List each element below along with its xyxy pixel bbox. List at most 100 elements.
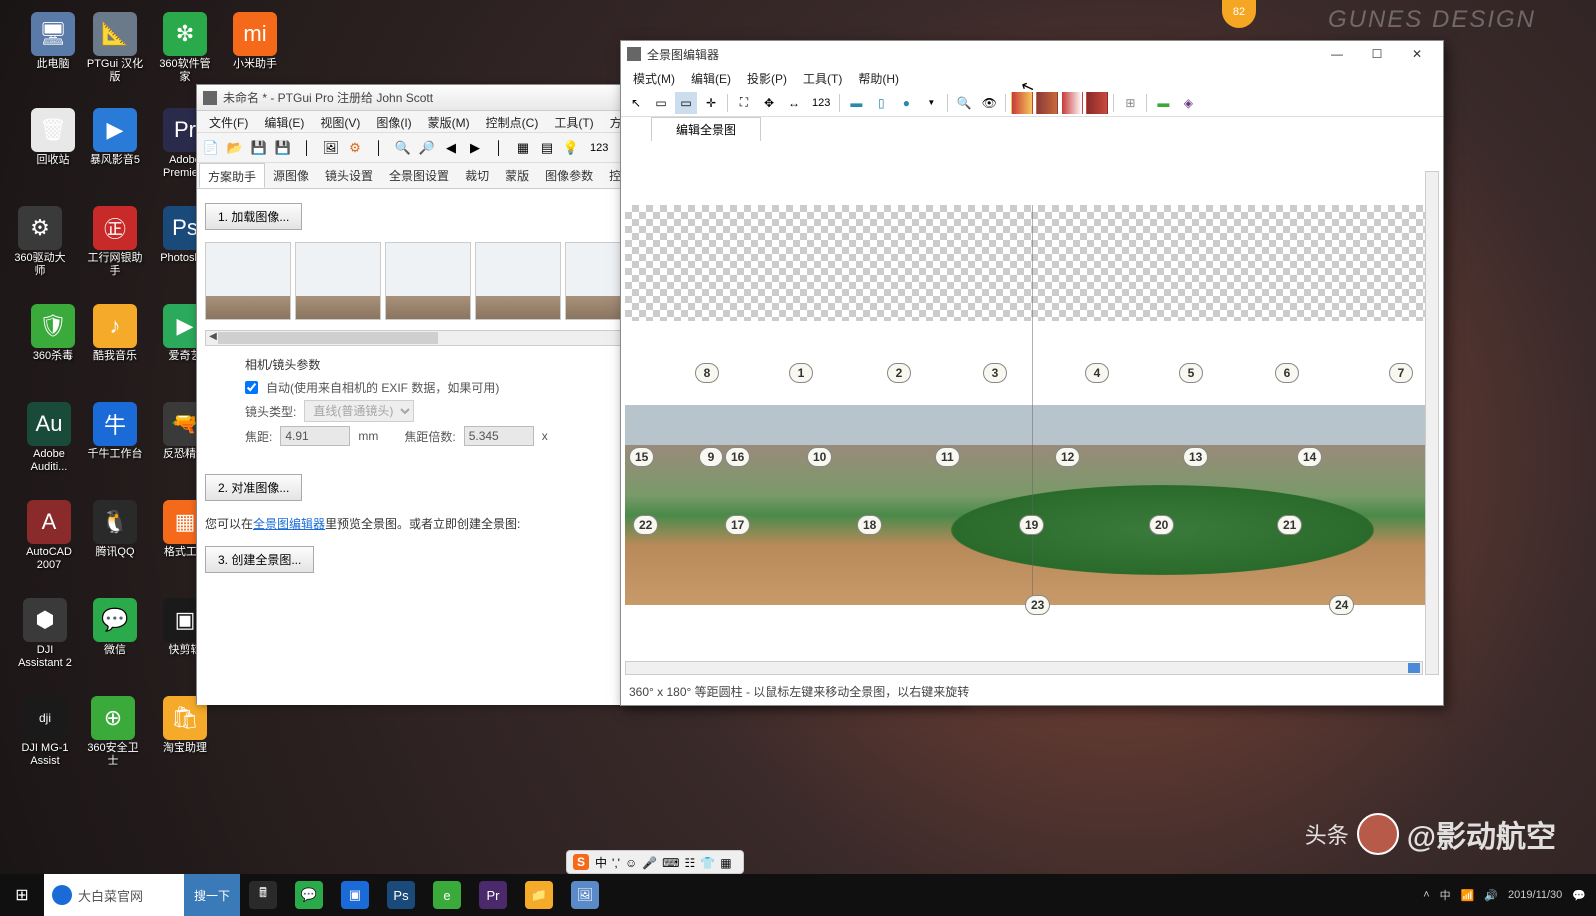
image-number-tag[interactable]: 4 <box>1085 363 1109 383</box>
zoom-in-icon[interactable]: 🔍 <box>393 138 413 158</box>
desktop-icon[interactable]: 🛡360杀毒 <box>22 304 84 363</box>
image-number-tag[interactable]: 7 <box>1389 363 1413 383</box>
multiplier-input[interactable] <box>464 426 534 446</box>
blend1-icon[interactable] <box>1011 92 1033 114</box>
tray-ime-icon[interactable]: 中 <box>1440 887 1451 903</box>
menu-item[interactable]: 工具(T) <box>795 67 850 89</box>
image-number-tag[interactable]: 20 <box>1149 515 1174 535</box>
pano-titlebar[interactable]: 全景图编辑器 — ☐ ✕ <box>621 41 1443 67</box>
image-number-tag[interactable]: 3 <box>983 363 1007 383</box>
pointer-icon[interactable]: ↖ <box>625 92 647 114</box>
tab[interactable]: 蒙版 <box>497 163 537 188</box>
menu-item[interactable]: 帮助(H) <box>850 67 907 89</box>
preview-icon[interactable]: 👁 <box>978 92 1000 114</box>
cylinder-icon[interactable]: ▯ <box>870 92 892 114</box>
image-number-tag[interactable]: 16 <box>725 447 750 467</box>
dropdown-icon[interactable]: ▼ <box>920 92 942 114</box>
mask-icon[interactable]: ◈ <box>1177 92 1199 114</box>
horizontal-scrollbar[interactable] <box>625 661 1423 675</box>
tray-wifi-icon[interactable]: 📶 <box>1461 889 1475 902</box>
image-number-tag[interactable]: 5 <box>1179 363 1203 383</box>
ime-item[interactable]: ☺ <box>625 856 637 870</box>
auto-checkbox[interactable] <box>245 381 258 394</box>
desktop-icon[interactable]: ♪酷我音乐 <box>84 304 146 363</box>
menu-item[interactable]: 编辑(E) <box>683 67 739 89</box>
taskbar-app[interactable]: Pr <box>470 874 516 916</box>
image-number-tag[interactable]: 12 <box>1055 447 1080 467</box>
menu-item[interactable]: 文件(F) <box>201 111 256 132</box>
image-number-tag[interactable]: 14 <box>1297 447 1322 467</box>
edit-panorama-tab[interactable]: 编辑全景图 <box>651 117 761 141</box>
desktop-icon[interactable]: ❇360软件管家 <box>154 12 216 84</box>
move-icon[interactable]: ▭ <box>650 92 672 114</box>
tab[interactable]: 图像参数 <box>537 163 601 188</box>
desktop-icon[interactable]: ⚙360驱动大师 <box>9 206 71 278</box>
fit-icon[interactable]: ⛶ <box>733 92 755 114</box>
search-button[interactable]: 搜一下 <box>184 874 240 916</box>
image-number-tag[interactable]: 6 <box>1275 363 1299 383</box>
menu-item[interactable]: 编辑(E) <box>256 111 312 132</box>
ime-item[interactable]: ⌨ <box>662 856 679 870</box>
ime-logo-icon[interactable]: S <box>573 854 589 870</box>
notifications-icon[interactable]: 💬 <box>1572 889 1586 902</box>
tab[interactable]: 裁切 <box>457 163 497 188</box>
maximize-button[interactable]: ☐ <box>1357 42 1397 66</box>
ime-item[interactable]: ☷ <box>685 856 696 870</box>
vertical-scrollbar[interactable] <box>1425 171 1439 675</box>
zoom-icon[interactable]: 🔍 <box>953 92 975 114</box>
grid-icon[interactable]: ⊞ <box>1119 92 1141 114</box>
settings-icon[interactable]: ⚙ <box>345 138 365 158</box>
tray-volume-icon[interactable]: 🔊 <box>1484 889 1498 902</box>
crosshair-icon[interactable]: ✛ <box>700 92 722 114</box>
ime-toolbar[interactable]: S 中','☺🎤⌨☷👕▦ <box>566 850 744 874</box>
taskbar-app[interactable]: 💬 <box>286 874 332 916</box>
desktop-icon[interactable]: 🐧腾讯QQ <box>84 500 146 559</box>
tray-up-icon[interactable]: ˄ <box>1423 889 1429 901</box>
taskbar-app[interactable]: 🖩 <box>240 874 286 916</box>
grid-icon[interactable]: ▦ <box>513 138 533 158</box>
desktop-icon[interactable]: ▶暴风影音5 <box>84 108 146 167</box>
lens-type-select[interactable]: 直线(普通镜头) <box>304 400 414 422</box>
ime-item[interactable]: 中 <box>595 856 607 870</box>
focal-input[interactable] <box>280 426 350 446</box>
new-icon[interactable]: 📄 <box>201 138 221 158</box>
create-panorama-button[interactable]: 3. 创建全景图... <box>205 546 314 573</box>
desktop-icon[interactable]: ⊕360安全卫士 <box>82 696 144 768</box>
image-number-tag[interactable]: 17 <box>725 515 750 535</box>
close-button[interactable]: ✕ <box>1397 42 1437 66</box>
image-number-tag[interactable]: 24 <box>1329 595 1354 615</box>
menu-item[interactable]: 模式(M) <box>625 67 683 89</box>
image-number-tag[interactable]: 9 <box>699 447 723 467</box>
blend3-icon[interactable] <box>1061 92 1083 114</box>
menu-item[interactable]: 图像(I) <box>368 111 419 132</box>
system-tray[interactable]: ˄ 中 📶 🔊 2019/11/30 💬 <box>1413 887 1596 903</box>
search-box[interactable]: 大白菜官网 <box>44 874 184 916</box>
numbers-toggle[interactable]: 123 <box>585 138 613 158</box>
tab[interactable]: 方案助手 <box>199 163 265 188</box>
zoom-out-icon[interactable]: 🔎 <box>417 138 437 158</box>
saveas-icon[interactable]: 💾 <box>273 138 293 158</box>
scroll-thumb[interactable] <box>1408 663 1420 673</box>
image-number-tag[interactable]: 19 <box>1019 515 1044 535</box>
menu-item[interactable]: 视图(V) <box>312 111 368 132</box>
menu-item[interactable]: 工具(T) <box>546 111 601 132</box>
table-icon[interactable]: ▤ <box>537 138 557 158</box>
desktop-icon[interactable]: 💬微信 <box>84 598 146 657</box>
taskbar-app[interactable]: 📁 <box>516 874 562 916</box>
image-number-tag[interactable]: 11 <box>935 447 960 467</box>
tab[interactable]: 源图像 <box>265 163 317 188</box>
sphere-icon[interactable]: ● <box>895 92 917 114</box>
image-number-tag[interactable]: 21 <box>1277 515 1302 535</box>
image-number-tag[interactable]: 18 <box>857 515 882 535</box>
desktop-icon[interactable]: mi小米助手 <box>224 12 286 71</box>
thumbnail[interactable] <box>295 242 381 320</box>
open-icon[interactable]: 📂 <box>225 138 245 158</box>
ime-item[interactable]: ',' <box>612 856 620 870</box>
blend2-icon[interactable] <box>1036 92 1058 114</box>
desktop-icon[interactable]: djiDJI MG-1 Assist <box>14 696 76 768</box>
thumbnail[interactable] <box>475 242 561 320</box>
tab[interactable]: 全景图设置 <box>381 163 457 188</box>
tab[interactable]: 镜头设置 <box>317 163 381 188</box>
image-number-tag[interactable]: 1 <box>789 363 813 383</box>
horizon-icon[interactable]: ↔ <box>783 92 805 114</box>
